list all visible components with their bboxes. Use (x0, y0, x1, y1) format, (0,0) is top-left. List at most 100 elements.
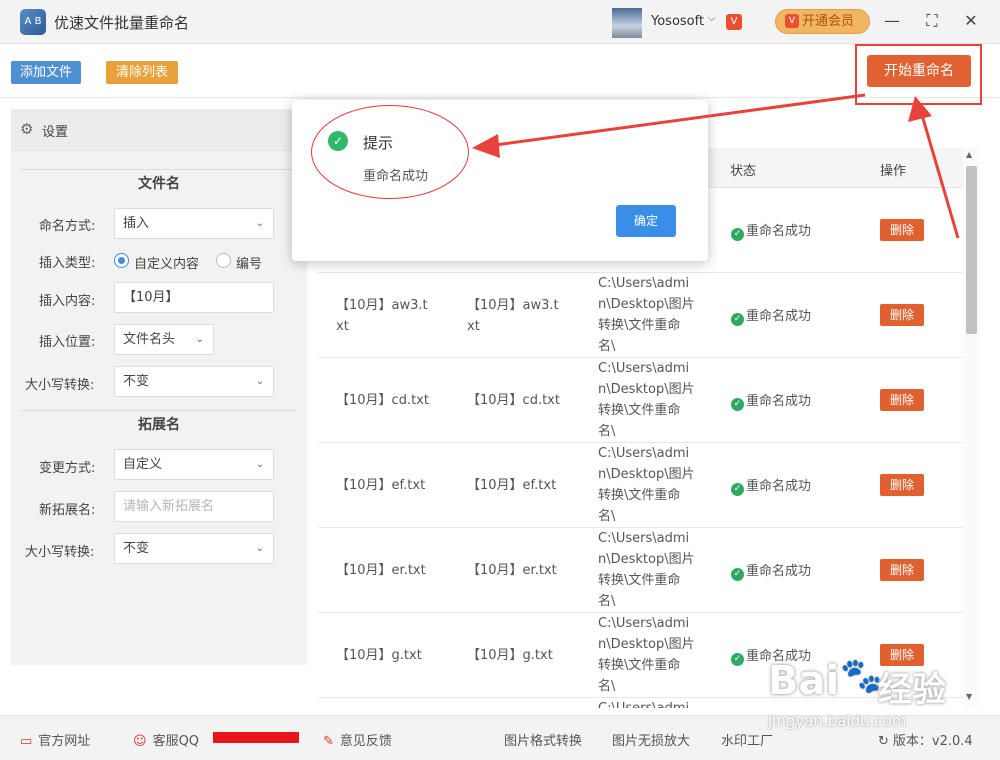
redacted-qq-number (213, 732, 299, 743)
settings-panel: ⚙ 设置 文件名 命名方式: 插入 ⌄ 插入类型: 自定义内容 编号 插入内容:… (11, 109, 307, 665)
new-extension-label: 新拓展名: (39, 503, 96, 518)
ext-case-convert-value: 不变 (123, 541, 150, 556)
maximize-button[interactable]: ⛶ (921, 10, 943, 32)
path-line: 转换\文件重命 (598, 488, 681, 503)
insert-type-number-label[interactable]: 编号 (236, 253, 262, 272)
check-circle-icon: ✓ (731, 653, 744, 666)
check-circle-icon: ✓ (731, 483, 744, 496)
website-label: 官方网址 (38, 734, 91, 749)
delete-button[interactable]: 删除 (880, 219, 924, 241)
ext-case-convert-label: 大小写转换: (25, 545, 95, 560)
status-column-header: 状态 (730, 164, 757, 179)
original-name-cell: 【10月】cd.txt (336, 393, 429, 408)
new-name-cell: 【10月】ef.txt (467, 478, 557, 493)
avatar[interactable] (612, 8, 642, 38)
new-extension-input[interactable]: 请输入新拓展名 (114, 491, 274, 522)
open-vip-button[interactable]: V 开通会员 (775, 9, 870, 34)
chevron-down-icon: ⌄ (255, 376, 264, 387)
new-name-cell: 【10月】er.txt (467, 563, 557, 578)
divider (21, 169, 297, 170)
website-icon: ▭ (20, 734, 33, 749)
insert-position-label: 插入位置: (39, 335, 96, 350)
path-line: n\Desktop\图片 (598, 637, 695, 652)
table-row[interactable]: 【10月】er.txt 【10月】er.txt C:\Users\admi n\D… (318, 528, 963, 613)
case-convert-label: 大小写转换: (25, 378, 95, 393)
user-name[interactable]: Yososoft (651, 14, 704, 29)
insert-position-value: 文件名头 (123, 332, 176, 347)
clear-list-button[interactable]: 清除列表 (106, 61, 178, 84)
insert-content-input[interactable]: 【10月】 (114, 282, 274, 313)
divider (21, 410, 297, 411)
image-convert-link[interactable]: 图片格式转换 (504, 730, 582, 749)
website-link[interactable]: ▭ 官方网址 (20, 730, 90, 749)
table-row[interactable]: 【10月】ef.txt 【10月】ef.txt C:\Users\admi n\D… (318, 443, 963, 528)
path-line: 转换\文件重命 (598, 573, 681, 588)
scroll-up-icon[interactable]: ▲ (966, 150, 972, 159)
path-line: 转换\文件重命 (598, 318, 681, 333)
new-name-cell: 【10月】g.txt (467, 648, 553, 663)
path-line: n\Desktop\图片 (598, 382, 695, 397)
add-files-button[interactable]: 添加文件 (11, 61, 81, 84)
path-line: C:\Users\admi (598, 616, 690, 631)
insert-type-custom-radio[interactable] (114, 253, 129, 268)
feedback-label: 意见反馈 (339, 734, 392, 749)
vip-icon: V (785, 14, 799, 28)
feedback-icon: ✎ (323, 734, 334, 749)
naming-mode-select[interactable]: 插入 ⌄ (114, 208, 274, 239)
path-cell: C:\Users\admi n\Desktop\图片 转换\文件重命 名\ (598, 358, 695, 442)
change-mode-value: 自定义 (123, 457, 163, 472)
chevron-down-icon: ⌄ (255, 543, 264, 554)
delete-button[interactable]: 删除 (880, 559, 924, 581)
annotation-ellipse (311, 105, 469, 199)
confirm-button[interactable]: 确定 (616, 205, 676, 237)
naming-mode-label: 命名方式: (39, 219, 96, 234)
status-text: 重命名成功 (746, 224, 812, 239)
status-cell: ✓ 重命名成功 (731, 390, 811, 411)
qq-support-link[interactable]: ☺ 客服QQ (133, 730, 199, 749)
path-line: 转换\文件重命 (598, 403, 681, 418)
status-text: 重命名成功 (746, 479, 812, 494)
scroll-thumb[interactable] (966, 166, 977, 334)
path-cell: C:\Users\admi n\Desktop\图片 转换\文件重命 名\ (598, 443, 695, 527)
new-name-cell: 【10月】cd.txt (467, 393, 560, 408)
delete-button[interactable]: 删除 (880, 389, 924, 411)
path-line: C:\Users\admi (598, 361, 690, 376)
insert-type-number-radio[interactable] (216, 253, 231, 268)
original-name-cell: 【10月】ef.txt (336, 478, 426, 493)
watermark-jingyan: 经验 (878, 670, 946, 710)
settings-header: ⚙ 设置 (11, 109, 307, 151)
case-convert-select[interactable]: 不变 ⌄ (114, 366, 274, 397)
naming-mode-value: 插入 (123, 216, 150, 231)
image-enlarge-link[interactable]: 图片无损放大 (612, 730, 690, 749)
path-line: 名\ (598, 424, 616, 439)
chevron-down-icon: ⌄ (195, 334, 204, 345)
feedback-link[interactable]: ✎ 意见反馈 (323, 730, 392, 749)
insert-type-custom-label[interactable]: 自定义内容 (134, 253, 199, 272)
check-circle-icon: ✓ (731, 313, 744, 326)
filename-section-title: 文件名 (138, 176, 180, 192)
open-vip-label: 开通会员 (802, 14, 855, 29)
delete-button[interactable]: 删除 (880, 474, 924, 496)
original-name-line: xt (336, 319, 349, 334)
vip-badge-icon: V (726, 14, 742, 30)
status-cell: ✓ 重命名成功 (731, 475, 811, 496)
insert-content-label: 插入内容: (39, 294, 96, 309)
delete-button[interactable]: 删除 (880, 304, 924, 326)
table-scrollbar[interactable]: ▲ ▼ (963, 148, 979, 706)
close-button[interactable]: ✕ (960, 10, 982, 32)
table-row[interactable]: 【10月】cd.txt 【10月】cd.txt C:\Users\admi n\D… (318, 358, 963, 443)
path-line: 名\ (598, 339, 616, 354)
original-name-line: 【10月】aw3.t (336, 298, 428, 313)
ext-case-convert-select[interactable]: 不变 ⌄ (114, 533, 274, 564)
check-circle-icon: ✓ (731, 228, 744, 241)
original-name-cell: 【10月】g.txt (336, 648, 422, 663)
watermark-logo: Bai 🐾 经验 jingyan.baidu.com (760, 648, 970, 738)
path-line: 转换\文件重命 (598, 658, 681, 673)
table-row[interactable]: 【10月】aw3.t xt 【10月】aw3.t xt C:\Users\admi n… (318, 273, 963, 358)
insert-position-select[interactable]: 文件名头 ⌄ (114, 324, 214, 355)
minimize-button[interactable]: — (881, 10, 903, 32)
change-mode-select[interactable]: 自定义 ⌄ (114, 449, 274, 480)
toolbar: 添加文件 清除列表 开始重命名 (0, 45, 1000, 98)
chevron-down-icon[interactable]: ⌵ (708, 13, 716, 24)
path-cell: C:\Users\admi n\Desktop\图片 转换\文件重命 名\ (598, 613, 695, 697)
